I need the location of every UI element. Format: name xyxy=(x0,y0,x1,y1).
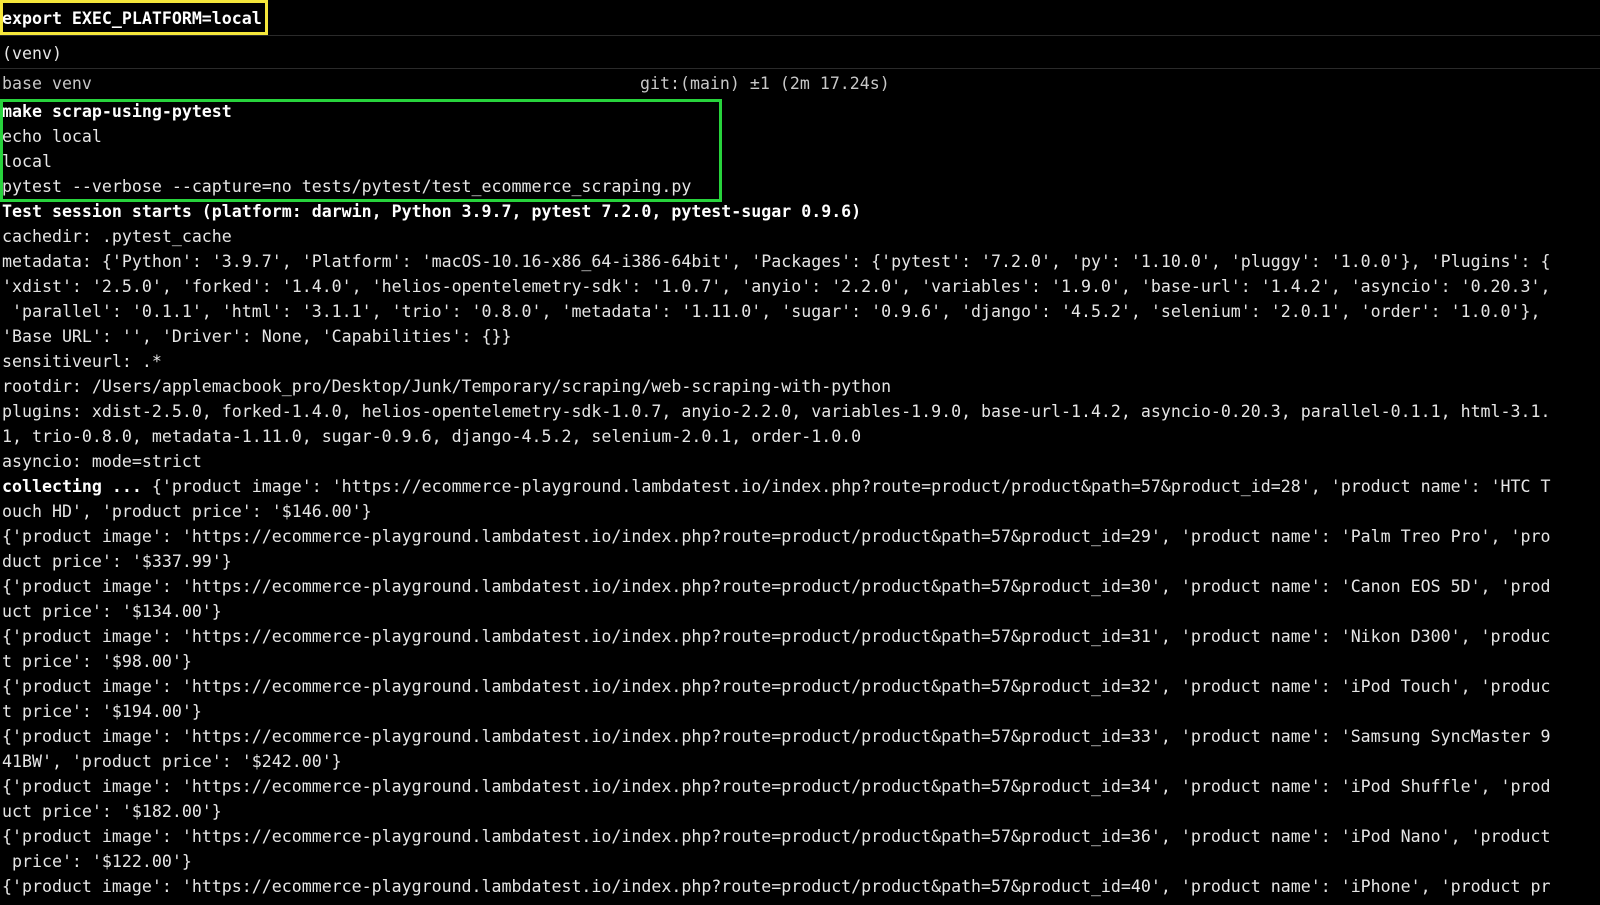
product-output-line: {'product image': 'https://ecommerce-pla… xyxy=(2,577,1551,596)
collecting-label: collecting ... xyxy=(2,477,142,496)
product-output-line: 41BW', 'product price': '$242.00'} xyxy=(2,752,342,771)
product-output-line: duct price': '$337.99'} xyxy=(2,552,232,571)
product-output-line: {'product image': 'https://ecommerce-pla… xyxy=(2,727,1551,746)
sensitiveurl-line: sensitiveurl: .* xyxy=(2,352,162,371)
product-output-line: price': '$122.00'} xyxy=(2,852,192,871)
product-output-line: ouch HD', 'product price': '$146.00'} xyxy=(2,502,372,521)
cachedir-line: cachedir: .pytest_cache xyxy=(2,227,232,246)
rootdir-line: rootdir: /Users/applemacbook_pro/Desktop… xyxy=(2,377,892,396)
metadata-line: 'xdist': '2.5.0', 'forked': '1.4.0', 'he… xyxy=(2,277,1551,296)
plugins-line: plugins: xdist-2.5.0, forked-1.4.0, heli… xyxy=(2,402,1551,421)
product-output-line: t price': '$194.00'} xyxy=(2,702,202,721)
product-output-line: t price': '$98.00'} xyxy=(2,652,192,671)
terminal-window[interactable]: export EXEC_PLATFORM=local (venv) base v… xyxy=(0,0,1600,905)
make-highlight-box xyxy=(0,99,722,202)
product-output-line: {'product image': 'https://ecommerce-pla… xyxy=(2,527,1551,546)
metadata-line: metadata: {'Python': '3.9.7', 'Platform'… xyxy=(2,252,1551,271)
product-output: {'product image': 'https://ecommerce-pla… xyxy=(141,477,1551,496)
product-output-line: uct price': '$182.00'} xyxy=(2,802,222,821)
product-output-line: {'product image': 'https://ecommerce-pla… xyxy=(2,777,1551,796)
metadata-line: 'parallel': '0.1.1', 'html': '3.1.1', 't… xyxy=(2,302,1541,321)
plugins-line: 1, trio-0.8.0, metadata-1.11.0, sugar-0.… xyxy=(2,427,862,446)
product-output-line: {'product image': 'https://ecommerce-pla… xyxy=(2,627,1551,646)
product-output-line: {'product image': 'https://ecommerce-pla… xyxy=(2,877,1551,896)
session-start-line: Test session starts (platform: darwin, P… xyxy=(2,202,862,221)
venv-marker: (venv) xyxy=(2,44,62,63)
prompt-right-git-status: git:(main) ±1 (2m 17.24s) xyxy=(640,74,890,93)
prompt-separator xyxy=(0,35,1600,36)
prompt-separator xyxy=(0,68,1600,69)
collecting-line: collecting ... {'product image': 'https:… xyxy=(2,475,1598,499)
asyncio-mode-line: asyncio: mode=strict xyxy=(2,452,202,471)
product-output-line: {'product image': 'https://ecommerce-pla… xyxy=(2,677,1551,696)
metadata-line: 'Base URL': '', 'Driver': None, 'Capabil… xyxy=(2,327,512,346)
product-output-line: uct price': '$134.00'} xyxy=(2,602,222,621)
export-highlight-box xyxy=(0,0,268,35)
prompt-left: base venv xyxy=(2,74,92,93)
product-output-line: {'product image': 'https://ecommerce-pla… xyxy=(2,827,1551,846)
